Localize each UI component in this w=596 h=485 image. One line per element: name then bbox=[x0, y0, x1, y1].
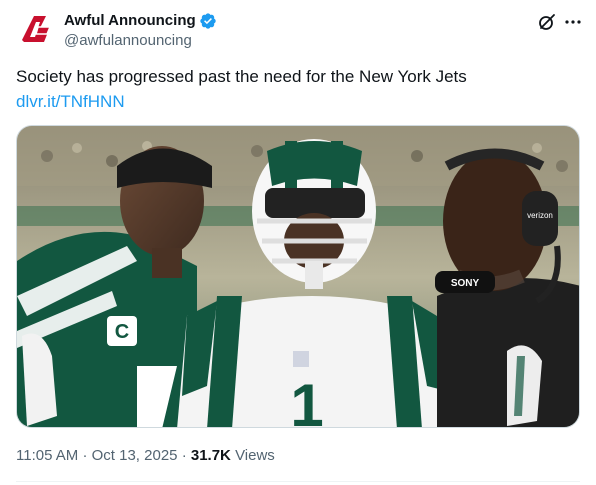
headset-brand: SONY bbox=[451, 278, 480, 289]
tweet-link[interactable]: dlvr.it/TNfHNN bbox=[16, 91, 125, 113]
meta-separator-2: · bbox=[181, 447, 187, 464]
grok-icon[interactable] bbox=[537, 12, 557, 32]
tweet-media-image[interactable]: C 1 verizon SONY bbox=[16, 125, 580, 428]
headset-sticker: verizon bbox=[527, 211, 553, 220]
awful-announcing-logo-icon bbox=[17, 11, 55, 49]
meta-separator: · bbox=[82, 447, 88, 464]
avatar[interactable] bbox=[16, 10, 56, 50]
more-icon[interactable] bbox=[563, 12, 583, 32]
author-name-line: Awful Announcing bbox=[64, 11, 217, 31]
tweet-meta: 11:05 AM · Oct 13, 2025 · 31.7K Views bbox=[16, 446, 275, 466]
views-label: Views bbox=[235, 447, 275, 464]
tweet-date[interactable]: Oct 13, 2025 bbox=[92, 447, 178, 464]
author-display-name[interactable]: Awful Announcing bbox=[64, 11, 196, 31]
divider bbox=[16, 481, 580, 482]
tweet-card: Awful Announcing @awfulannouncing Societ… bbox=[0, 0, 596, 485]
tweet-text: Society has progressed past the need for… bbox=[16, 67, 467, 86]
verified-badge-icon bbox=[199, 12, 217, 30]
captain-patch: C bbox=[115, 321, 129, 343]
views-count: 31.7K bbox=[190, 447, 231, 464]
author-handle[interactable]: @awfulannouncing bbox=[64, 31, 192, 51]
jets-players-photo: C 1 verizon SONY bbox=[17, 126, 579, 428]
tweet-time[interactable]: 11:05 AM bbox=[16, 447, 78, 464]
jersey-number: 1 bbox=[290, 372, 323, 428]
